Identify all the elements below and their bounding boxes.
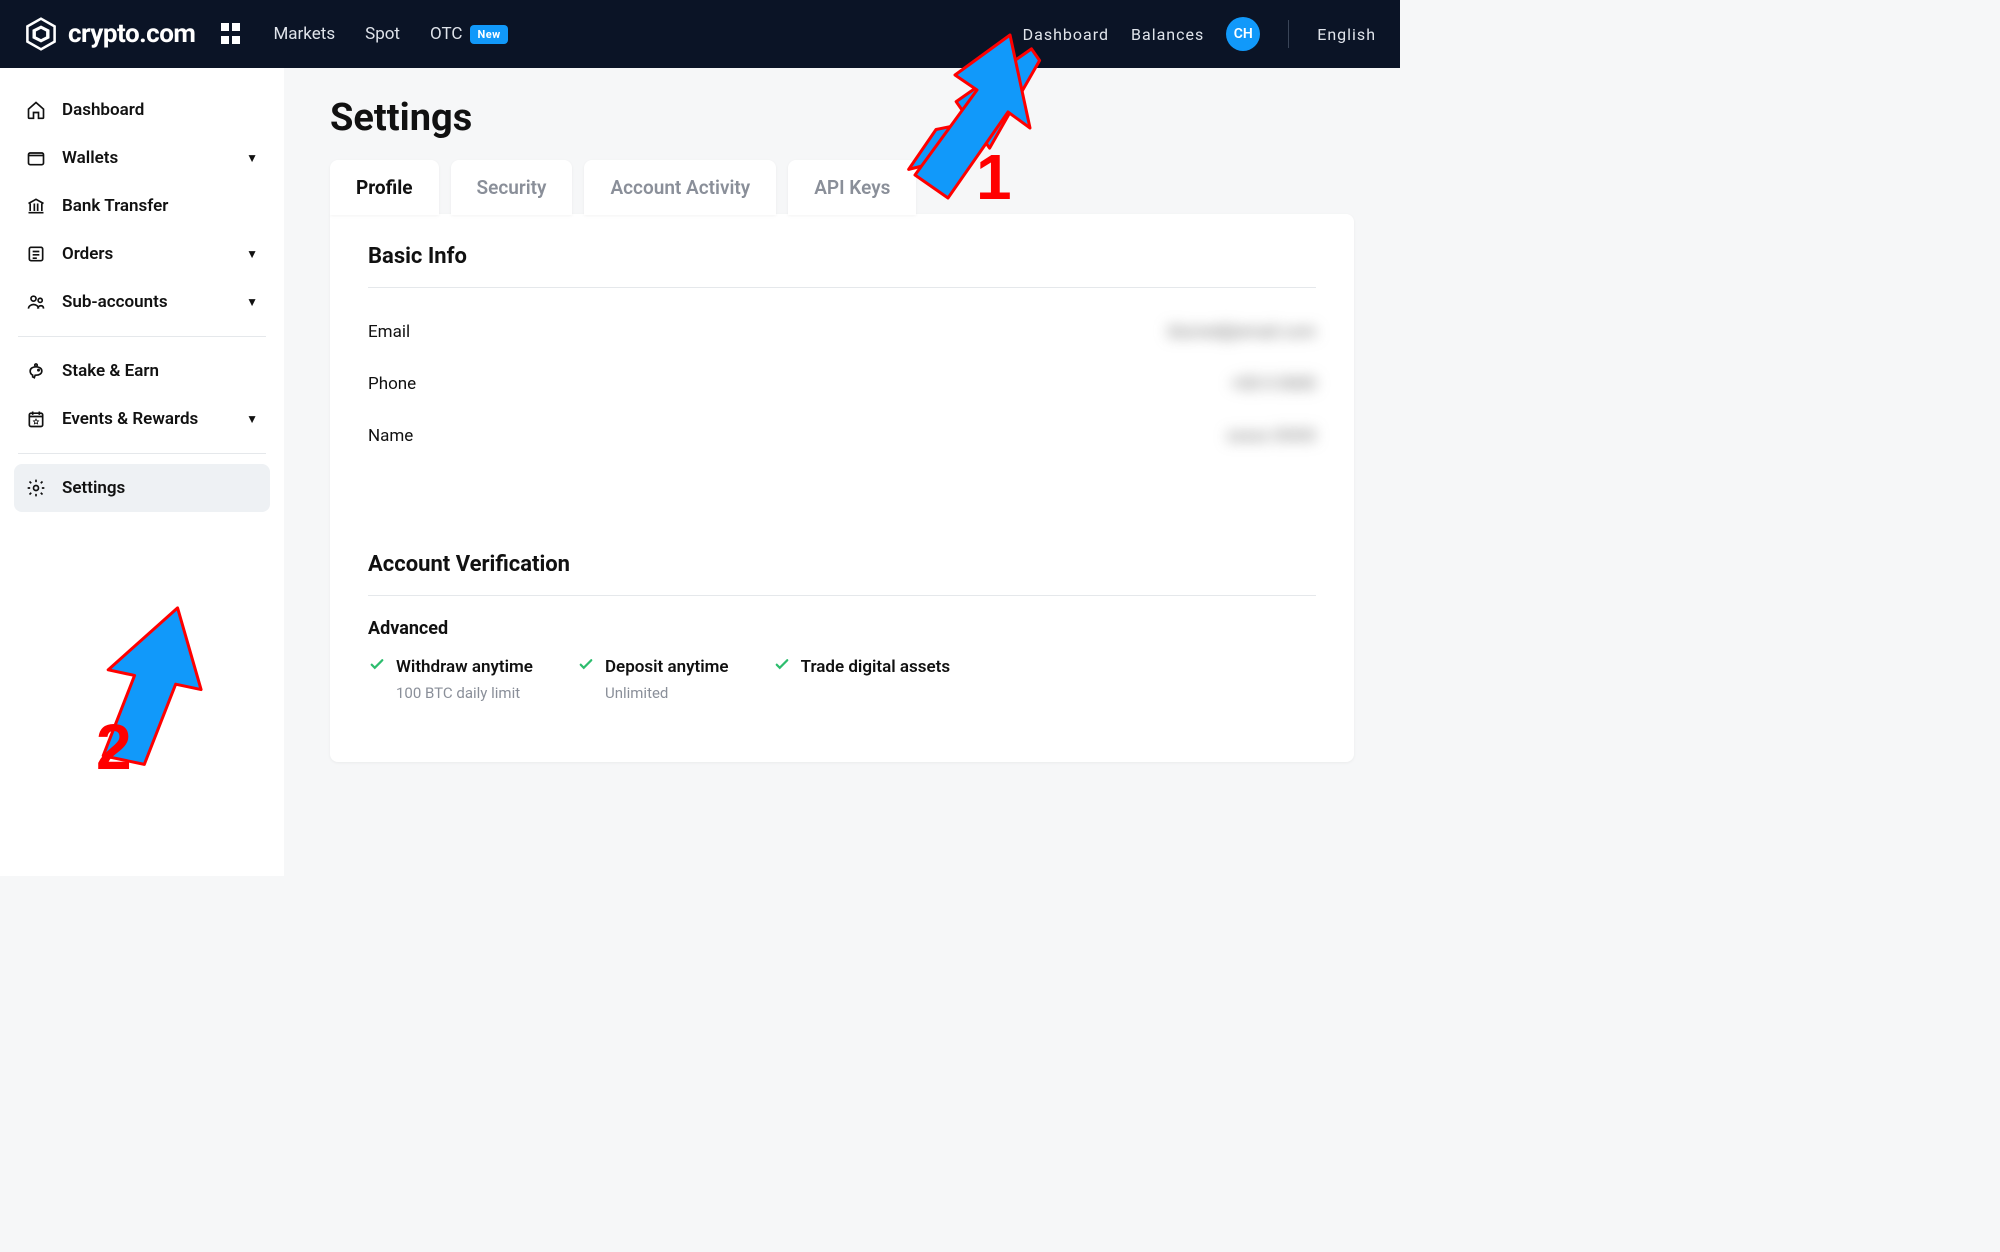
check-icon	[368, 655, 386, 678]
sidebar-item-label: Dashboard	[62, 100, 144, 120]
wallet-icon	[26, 148, 46, 168]
piggy-icon	[26, 361, 46, 381]
sidebar-item-settings[interactable]: Settings	[14, 464, 270, 512]
sidebar-item-bank-transfer[interactable]: Bank Transfer	[14, 182, 270, 230]
page-title: Settings	[330, 96, 1354, 140]
basic-info-heading: Basic Info	[368, 244, 1316, 269]
info-value-name: xxxxx XXXX	[1227, 426, 1316, 446]
profile-panel: Basic Info Email blurred@email.com Phone…	[330, 214, 1354, 762]
bank-icon	[26, 196, 46, 216]
verification-features: Withdraw anytime 100 BTC daily limit Dep…	[368, 655, 1316, 702]
info-label: Phone	[368, 374, 568, 394]
language-selector[interactable]: English	[1317, 25, 1376, 44]
sub-accounts-icon	[26, 292, 46, 312]
info-row-name: Name xxxxx XXXX	[368, 410, 1316, 462]
feature-title: Trade digital assets	[801, 657, 951, 677]
tab-security[interactable]: Security	[451, 160, 573, 215]
feature-withdraw: Withdraw anytime 100 BTC daily limit	[368, 655, 533, 702]
nav-dashboard[interactable]: Dashboard	[1023, 25, 1109, 44]
sidebar-item-label: Orders	[62, 244, 113, 264]
info-value-phone: +00 0 0000	[1231, 374, 1316, 394]
brand-text: crypto.com	[68, 19, 195, 49]
sidebar-item-dashboard[interactable]: Dashboard	[14, 86, 270, 134]
sidebar-item-label: Wallets	[62, 148, 118, 168]
divider	[368, 595, 1316, 596]
new-badge: New	[470, 25, 507, 44]
chevron-down-icon: ▼	[246, 151, 258, 165]
nav-right: Dashboard Balances CH English	[1023, 17, 1376, 51]
sidebar-item-stake-earn[interactable]: Stake & Earn	[14, 347, 270, 395]
layout: Dashboard Wallets ▼ Bank Transfer Or	[0, 68, 1400, 876]
calendar-icon	[26, 409, 46, 429]
feature-title: Deposit anytime	[605, 657, 729, 677]
brand-logo-icon	[24, 17, 58, 51]
sidebar-item-label: Bank Transfer	[62, 196, 168, 216]
divider	[368, 287, 1316, 288]
sidebar-item-label: Events & Rewards	[62, 409, 198, 429]
sidebar-item-label: Settings	[62, 478, 125, 498]
tabs: Profile Security Account Activity API Ke…	[330, 160, 1354, 215]
info-row-phone: Phone +00 0 0000	[368, 358, 1316, 410]
info-label: Email	[368, 322, 568, 342]
divider	[1288, 20, 1289, 48]
feature-deposit: Deposit anytime Unlimited	[577, 655, 729, 702]
sidebar-item-label: Sub-accounts	[62, 292, 168, 312]
sidebar-item-events-rewards[interactable]: Events & Rewards ▼	[14, 395, 270, 443]
main-content: Settings Profile Security Account Activi…	[284, 68, 1400, 876]
orders-icon	[26, 244, 46, 264]
check-icon	[773, 655, 791, 678]
nav-spot[interactable]: Spot	[365, 24, 400, 44]
tab-account-activity[interactable]: Account Activity	[584, 160, 776, 215]
chevron-down-icon: ▼	[246, 295, 258, 309]
feature-subtitle: Unlimited	[605, 684, 729, 702]
info-row-email: Email blurred@email.com	[368, 306, 1316, 358]
check-icon	[577, 655, 595, 678]
brand[interactable]: crypto.com	[24, 17, 195, 51]
tab-profile[interactable]: Profile	[330, 160, 439, 215]
sidebar-item-label: Stake & Earn	[62, 361, 159, 381]
nav-otc-label: OTC	[430, 24, 462, 44]
home-icon	[26, 100, 46, 120]
nav-balances[interactable]: Balances	[1131, 25, 1204, 44]
nav-otc[interactable]: OTC New	[430, 24, 508, 44]
sidebar-item-wallets[interactable]: Wallets ▼	[14, 134, 270, 182]
feature-title: Withdraw anytime	[396, 657, 533, 677]
sidebar-item-sub-accounts[interactable]: Sub-accounts ▼	[14, 278, 270, 326]
verification-subheading: Advanced	[368, 618, 1316, 639]
info-value-email: blurred@email.com	[1168, 322, 1316, 342]
sidebar: Dashboard Wallets ▼ Bank Transfer Or	[0, 68, 284, 876]
nav-left: Markets Spot OTC New	[273, 24, 507, 44]
info-label: Name	[368, 426, 568, 446]
chevron-down-icon: ▼	[246, 247, 258, 261]
sidebar-divider	[18, 336, 266, 337]
sidebar-item-orders[interactable]: Orders ▼	[14, 230, 270, 278]
tab-api-keys[interactable]: API Keys	[788, 160, 916, 215]
chevron-down-icon: ▼	[246, 412, 258, 426]
nav-markets[interactable]: Markets	[273, 24, 335, 44]
verification-heading: Account Verification	[368, 552, 1316, 577]
apps-grid-icon[interactable]	[221, 23, 243, 45]
sidebar-divider	[18, 453, 266, 454]
gear-icon	[26, 478, 46, 498]
avatar[interactable]: CH	[1226, 17, 1260, 51]
feature-subtitle: 100 BTC daily limit	[396, 684, 533, 702]
feature-trade: Trade digital assets	[773, 655, 951, 702]
top-nav: crypto.com Markets Spot OTC New Dashboar…	[0, 0, 1400, 68]
